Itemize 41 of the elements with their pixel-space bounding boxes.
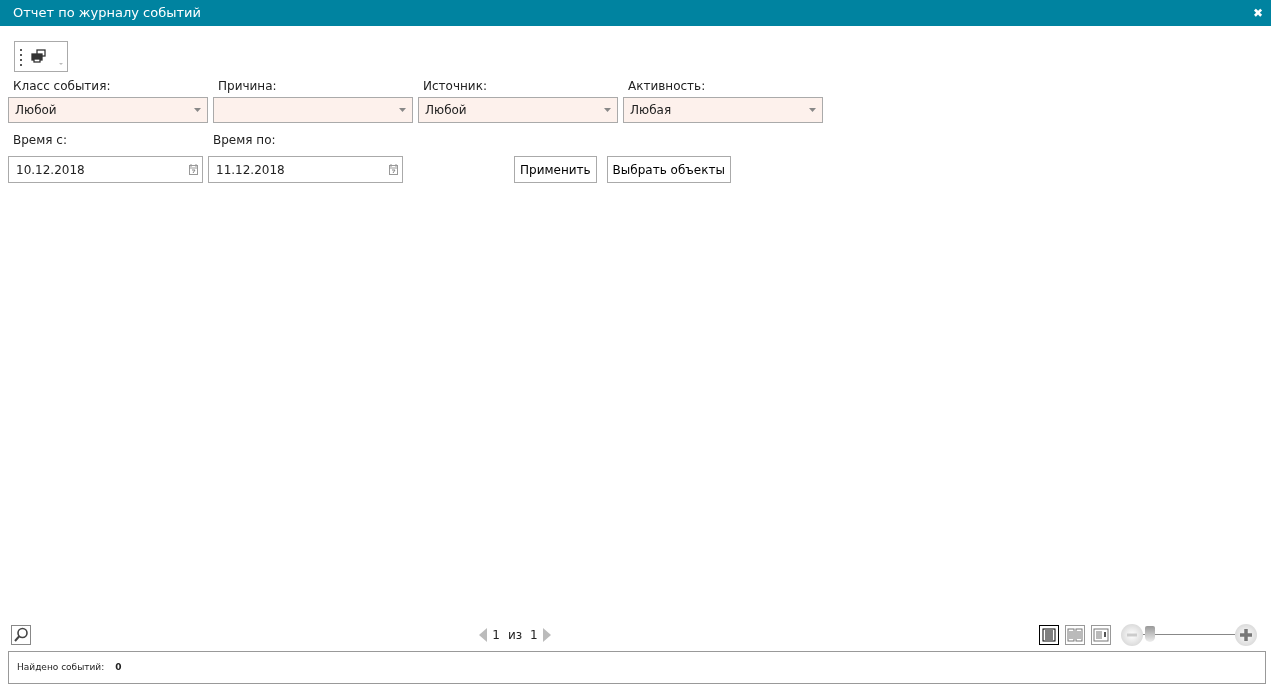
dropdown-field[interactable]: Любой [418,97,618,123]
caret-icon [604,108,611,112]
calendar-icon[interactable] [189,164,198,175]
date-field[interactable]: 10.12.2018 [8,156,203,183]
field-label: Время по: [212,132,277,149]
page-total: 1 [530,627,538,644]
dropdown-field[interactable]: Любой [8,97,208,123]
field-label: Класс события: [12,78,112,95]
status-label: Найдено событий: [17,660,105,674]
apply-button[interactable]: Применить [514,156,597,183]
print-toolbar-button[interactable] [14,41,68,72]
search-icon [12,626,30,644]
select-objects-button[interactable]: Выбрать объекты [606,156,731,183]
plus-icon [1239,628,1253,642]
search-button[interactable] [11,625,31,645]
close-button[interactable]: ✖ [1252,7,1263,19]
field-label: Активность: [627,78,707,95]
calendar-icon[interactable] [389,164,398,175]
caret-icon [194,108,201,112]
dropdown-field[interactable]: Любая [623,97,823,123]
field-label: Время с: [12,132,68,149]
zoom-in-button[interactable] [1235,624,1257,646]
previous-page-icon[interactable] [479,628,489,642]
page-layout-icon [1067,627,1083,643]
view-mode-button[interactable] [1039,625,1059,645]
caret-icon [809,108,816,112]
page-layout-icon [1041,627,1057,643]
next-page-icon[interactable] [541,628,551,642]
status-count: 0 [115,660,122,674]
zoom-out-button[interactable] [1121,624,1143,646]
caret-icon [399,108,406,112]
page-separator: из [507,627,523,644]
field-label: Причина: [217,78,278,95]
field-label: Источник: [422,78,488,95]
view-mode-button[interactable] [1091,625,1111,645]
zoom-slider-thumb[interactable] [1145,626,1156,642]
page-number: 1 [492,627,500,644]
date-field[interactable]: 11.12.2018 [208,156,403,183]
dropdown-field[interactable] [213,97,413,123]
window-title: Отчет по журналу событий [13,4,201,23]
page-layout-icon [1093,627,1109,643]
